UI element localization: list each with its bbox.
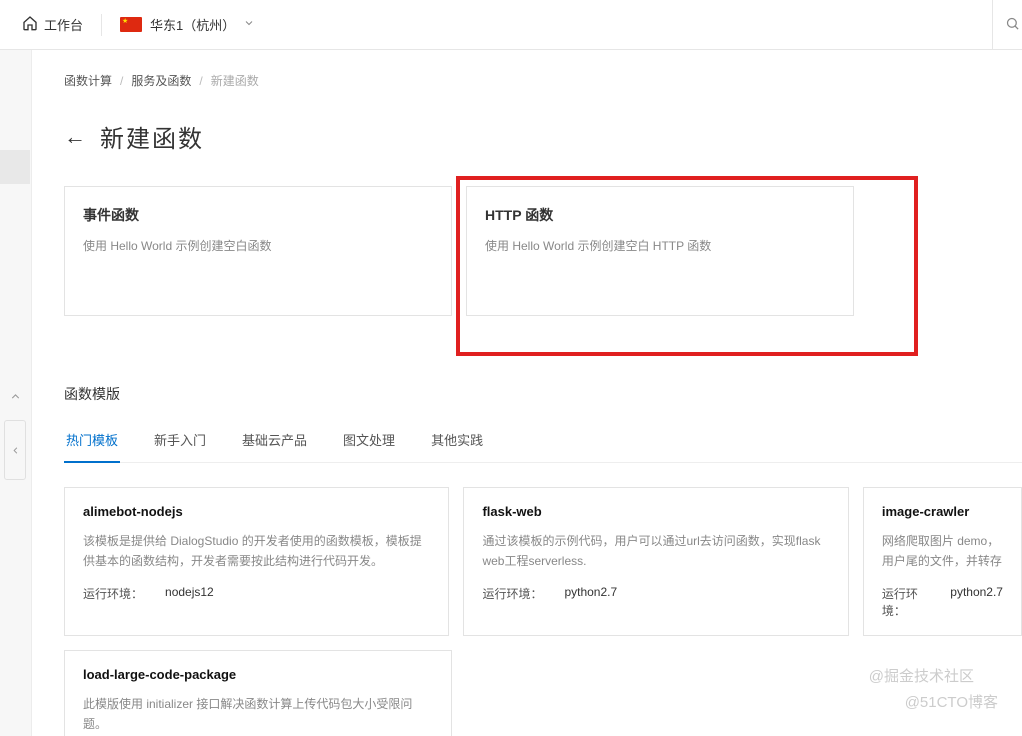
top-search[interactable]: 搜 <box>992 0 1022 50</box>
card-desc: 使用 Hello World 示例创建空白函数 <box>83 237 433 256</box>
search-icon <box>1005 16 1020 34</box>
breadcrumb-sep: / <box>120 74 123 88</box>
region-selector[interactable]: 华东1（杭州） <box>110 11 265 38</box>
tpl-name: image-crawler <box>882 504 1003 519</box>
tpl-name: load-large-code-package <box>83 667 433 682</box>
tpl-runtime: 运行环境： python2.7 <box>482 585 829 602</box>
sidebar-active-item[interactable] <box>0 150 30 184</box>
runtime-label: 运行环境： <box>83 585 143 602</box>
tpl-desc: 该模板是提供给 DialogStudio 的开发者使用的函数模板，模板提供基本的… <box>83 531 430 571</box>
template-row-2: load-large-code-package 此模版使用 initialize… <box>64 650 1022 736</box>
tpl-name: flask-web <box>482 504 829 519</box>
template-card-alimebot[interactable]: alimebot-nodejs 该模板是提供给 DialogStudio 的开发… <box>64 487 449 636</box>
top-bar: 工作台 华东1（杭州） 搜 <box>0 0 1022 50</box>
page-title-row: ← 新建函数 <box>64 119 1022 154</box>
sidebar-collapse-toggle[interactable] <box>4 420 26 480</box>
template-card-flask[interactable]: flask-web 通过该模板的示例代码，用户可以通过url去访问函数，实现fl… <box>463 487 848 636</box>
highlight-box: HTTP 函数 使用 Hello World 示例创建空白 HTTP 函数 <box>456 176 918 356</box>
tpl-desc: 此模版使用 initializer 接口解决函数计算上传代码包大小受限问题。 <box>83 694 433 734</box>
page-title: 新建函数 <box>100 119 204 154</box>
region-label: 华东1（杭州） <box>150 15 235 34</box>
template-card-load-large[interactable]: load-large-code-package 此模版使用 initialize… <box>64 650 452 736</box>
tab-beginner[interactable]: 新手入门 <box>152 422 208 463</box>
tab-image-text[interactable]: 图文处理 <box>341 422 397 463</box>
sidebar-scroll-up[interactable] <box>9 390 22 406</box>
breadcrumb-sep: / <box>199 74 202 88</box>
china-flag-icon <box>120 17 142 32</box>
template-tabs: 热门模板 新手入门 基础云产品 图文处理 其他实践 <box>64 422 1022 463</box>
workbench-link[interactable]: 工作台 <box>12 15 93 34</box>
breadcrumb: 函数计算 / 服务及函数 / 新建函数 <box>64 72 1022 89</box>
breadcrumb-item-0[interactable]: 函数计算 <box>64 72 112 89</box>
runtime-label: 运行环境： <box>882 585 928 619</box>
tpl-name: alimebot-nodejs <box>83 504 430 519</box>
runtime-label: 运行环境： <box>482 585 542 602</box>
divider <box>101 14 102 36</box>
tab-basic-cloud[interactable]: 基础云产品 <box>240 422 309 463</box>
card-title: HTTP 函数 <box>485 205 835 225</box>
template-card-image-crawler[interactable]: image-crawler 网络爬取图片 demo，用户尾的文件，并转存到 os… <box>863 487 1022 636</box>
back-arrow-icon[interactable]: ← <box>64 124 86 150</box>
workbench-label: 工作台 <box>44 15 83 34</box>
function-type-cards: 事件函数 使用 Hello World 示例创建空白函数 HTTP 函数 使用 … <box>64 186 1022 356</box>
runtime-value: python2.7 <box>950 585 1003 619</box>
breadcrumb-item-2: 新建函数 <box>211 72 259 89</box>
tab-other[interactable]: 其他实践 <box>429 422 485 463</box>
http-function-card[interactable]: HTTP 函数 使用 Hello World 示例创建空白 HTTP 函数 <box>466 186 854 316</box>
card-title: 事件函数 <box>83 205 433 225</box>
main-content: 函数计算 / 服务及函数 / 新建函数 ← 新建函数 事件函数 使用 Hello… <box>32 50 1022 736</box>
tpl-runtime: 运行环境： python2.7 <box>882 585 1003 619</box>
tpl-desc: 网络爬取图片 demo，用户尾的文件，并转存到 oss 中 <box>882 531 1003 571</box>
template-row-1: alimebot-nodejs 该模板是提供给 DialogStudio 的开发… <box>64 487 1022 636</box>
runtime-value: python2.7 <box>564 585 617 602</box>
tpl-desc: 通过该模板的示例代码，用户可以通过url去访问函数，实现flask web工程s… <box>482 531 829 571</box>
runtime-value: nodejs12 <box>165 585 214 602</box>
card-desc: 使用 Hello World 示例创建空白 HTTP 函数 <box>485 237 835 256</box>
tpl-runtime: 运行环境： nodejs12 <box>83 585 430 602</box>
chevron-down-icon <box>243 17 255 32</box>
home-icon <box>22 15 38 34</box>
event-function-card[interactable]: 事件函数 使用 Hello World 示例创建空白函数 <box>64 186 452 316</box>
tab-hot[interactable]: 热门模板 <box>64 422 120 463</box>
breadcrumb-item-1[interactable]: 服务及函数 <box>131 72 191 89</box>
templates-section-title: 函数模版 <box>64 384 1022 404</box>
